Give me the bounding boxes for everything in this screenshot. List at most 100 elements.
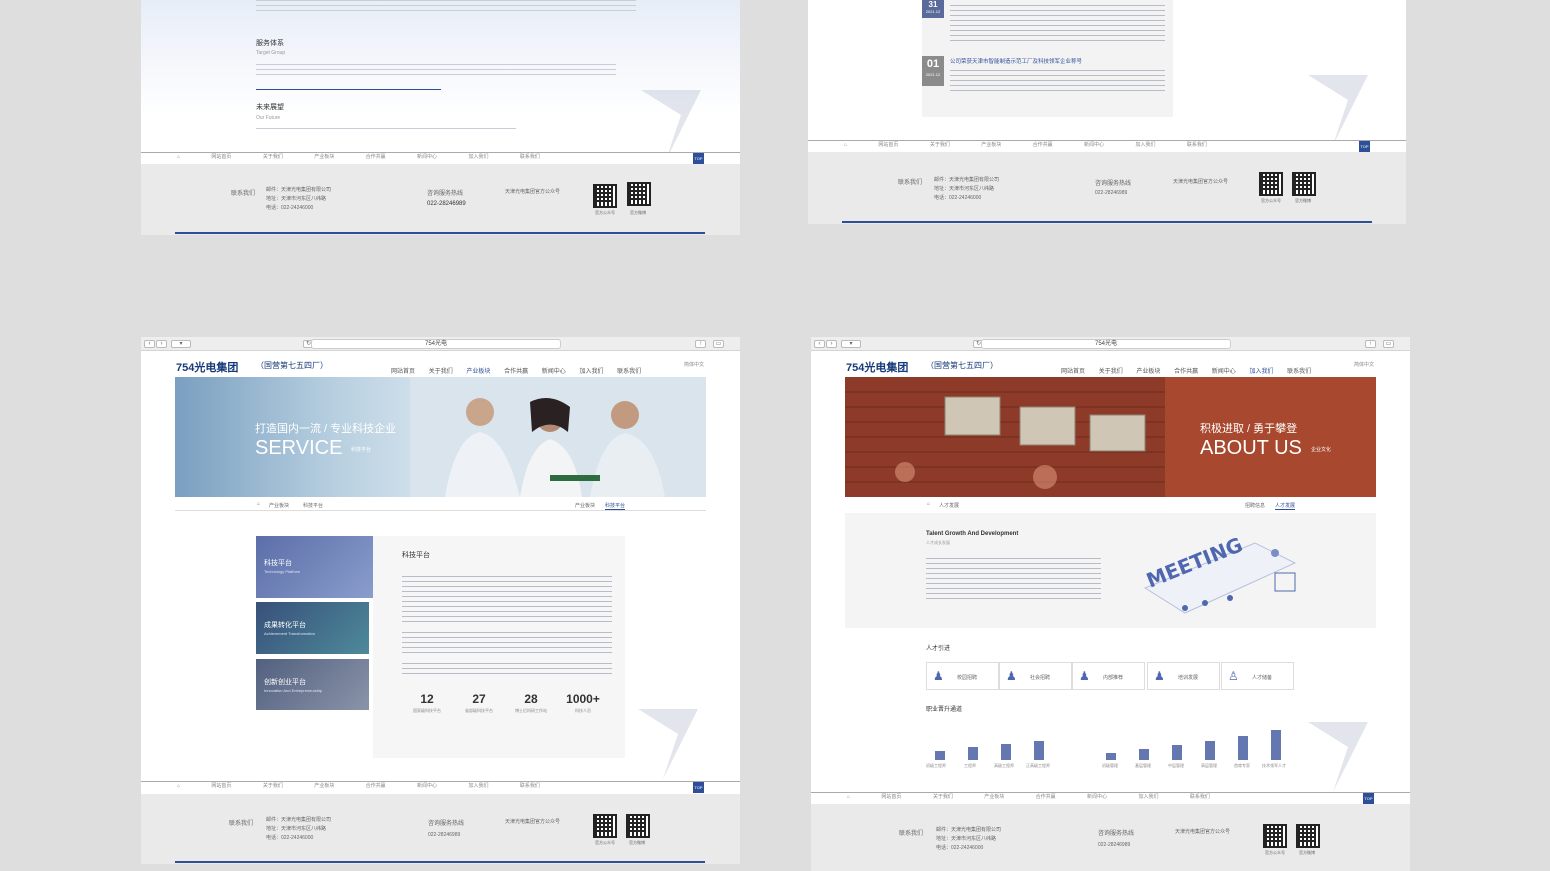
footer-nav-item[interactable]: 合作共赢 (1033, 141, 1053, 148)
tab-jobs[interactable]: 招聘信息 (1245, 502, 1265, 509)
footer-nav-item[interactable]: 产业板块 (981, 141, 1001, 148)
breadcrumb-bar: ⌂ 人才发展 招聘信息 人才发展 (845, 497, 1376, 511)
footer-nav-item[interactable]: 联系我们 (520, 782, 540, 789)
footer-nav-item[interactable]: 产业板块 (314, 782, 334, 789)
nav-item[interactable]: 新闻中心 (1212, 366, 1236, 377)
mockup-news-page: 31 2021.12 01 2021.12 公司荣获天津市智能制造示范工厂及科技… (808, 0, 1406, 224)
window-icon[interactable]: ▭ (713, 340, 724, 348)
logo[interactable]: 754光电集团 (846, 359, 908, 375)
tab-industry[interactable]: 产业板块 (575, 502, 595, 509)
nav-item[interactable]: 合作共赢 (1174, 366, 1198, 377)
home-icon[interactable]: ⌂ (844, 142, 847, 148)
side-item-label: 创新创业平台 (264, 679, 306, 686)
footer-nav-item[interactable]: 关于我们 (930, 141, 950, 148)
logo[interactable]: 754光电集团 (176, 359, 238, 375)
footer-nav-item[interactable]: 关于我们 (263, 782, 283, 789)
talent-card[interactable]: ♟ 培训发展 (1147, 662, 1220, 690)
tabs-icon[interactable]: ▾ (841, 340, 861, 348)
hotline-title: 咨询服务热线 (1095, 181, 1132, 187)
footer-nav-item[interactable]: 产业板块 (314, 153, 334, 160)
footer-contact-line: 邮件：天津光电集团有限公司 (266, 817, 332, 823)
footer-nav-item[interactable]: 新闻中心 (1084, 141, 1104, 148)
nav-item[interactable]: 产业板块 (1136, 366, 1160, 377)
footer-nav: ⌂ 网站首页 关于我们 产业板块 合作共赢 新闻中心 加入我们 联系我们 TOP (141, 152, 740, 164)
back-to-top-button[interactable]: TOP (693, 153, 704, 164)
talent-card[interactable]: ♟ 社会招聘 (999, 662, 1072, 690)
news-title[interactable]: 公司荣获天津市智能制造示范工厂及科技领军企业称号 (950, 57, 1082, 65)
forward-icon[interactable]: › (826, 340, 837, 348)
address-bar[interactable]: 754光电 (981, 339, 1231, 349)
share-icon[interactable]: ↑ (695, 340, 706, 348)
talent-card[interactable]: ♟ 校园招聘 (926, 662, 999, 690)
tab-tech-platform[interactable]: 科技平台 (605, 502, 626, 510)
side-item[interactable]: 创新创业平台 Innovation And Entrepreneurship (256, 659, 369, 710)
qr-label: 官方微博 (630, 210, 646, 215)
footer-nav-item[interactable]: 加入我们 (468, 782, 488, 789)
talent-panel: Talent Growth And Development 人才成长发展 MEE… (845, 513, 1376, 628)
footer-nav-item[interactable]: 加入我们 (468, 153, 488, 160)
stat-item: 27 省部级科技平台 (449, 692, 509, 714)
footer-nav-item[interactable]: 关于我们 (933, 793, 953, 800)
footer-nav-item[interactable]: 加入我们 (1138, 793, 1158, 800)
nav-item[interactable]: 关于我们 (429, 366, 453, 377)
nav-item[interactable]: 加入我们 (579, 366, 603, 377)
forward-icon[interactable]: › (156, 340, 167, 348)
back-to-top-button[interactable]: TOP (1359, 141, 1370, 152)
footer-nav-item[interactable]: 合作共赢 (366, 153, 386, 160)
qr-code-icon (1296, 824, 1320, 848)
side-item[interactable]: 成果转化平台 Achievement Transformation (256, 602, 369, 654)
talent-card[interactable]: ♟ 内部推荐 (1072, 662, 1145, 690)
home-icon[interactable]: ⌂ (847, 794, 850, 800)
language-switch[interactable]: 简体中文 (684, 361, 704, 368)
footer-nav-item[interactable]: 联系我们 (1190, 793, 1210, 800)
back-to-top-button[interactable]: TOP (693, 782, 704, 793)
talent-card[interactable]: ♙ 人才储备 (1221, 662, 1294, 690)
footer-nav-item[interactable]: 加入我们 (1135, 141, 1155, 148)
qr-code-icon (1263, 824, 1287, 848)
logo-subtitle: （国营第七五四厂） (926, 361, 998, 370)
footer-nav-item[interactable]: 新闻中心 (417, 782, 437, 789)
browser-toolbar: ‹ › ▾ ↻ 754光电 ↑ ▭ (141, 337, 740, 351)
breadcrumb-item[interactable]: 产业板块 (269, 502, 289, 509)
footer-nav: ⌂ 网站首页 关于我们 产业板块 合作共赢 新闻中心 加入我们 联系我们 TOP (811, 792, 1410, 804)
footer-nav-item[interactable]: 新闻中心 (417, 153, 437, 160)
home-icon[interactable]: ⌂ (927, 501, 930, 507)
share-icon[interactable]: ↑ (1365, 340, 1376, 348)
address-bar[interactable]: 754光电 (311, 339, 561, 349)
career-bar (968, 747, 978, 760)
side-item-active[interactable]: 科技平台 Technology Platform (256, 536, 391, 598)
footer-nav-item[interactable]: 新闻中心 (1087, 793, 1107, 800)
section-title: 职业晋升通道 (926, 707, 963, 713)
footer-nav-item[interactable]: 网站首页 (211, 153, 231, 160)
breadcrumb-item[interactable]: 科技平台 (303, 502, 323, 509)
footer-nav-item[interactable]: 网站首页 (878, 141, 898, 148)
footer-nav-item[interactable]: 关于我们 (263, 153, 283, 160)
tabs-icon[interactable]: ▾ (171, 340, 191, 348)
nav-item[interactable]: 合作共赢 (504, 366, 528, 377)
back-to-top-button[interactable]: TOP (1363, 793, 1374, 804)
breadcrumb-item[interactable]: 人才发展 (939, 502, 959, 509)
home-icon[interactable]: ⌂ (177, 783, 180, 789)
back-icon[interactable]: ‹ (144, 340, 155, 348)
language-switch[interactable]: 简体中文 (1354, 361, 1374, 368)
nav-item[interactable]: 网站首页 (391, 366, 415, 377)
footer-nav-item[interactable]: 产业板块 (984, 793, 1004, 800)
nav-item[interactable]: 联系我们 (1287, 366, 1311, 377)
home-icon[interactable]: ⌂ (177, 154, 180, 160)
footer-nav-item[interactable]: 联系我们 (1187, 141, 1207, 148)
footer-nav-item[interactable]: 联系我们 (520, 153, 540, 160)
footer-nav-item[interactable]: 合作共赢 (1036, 793, 1056, 800)
footer-nav-item[interactable]: 合作共赢 (366, 782, 386, 789)
window-icon[interactable]: ▭ (1383, 340, 1394, 348)
nav-item[interactable]: 关于我们 (1099, 366, 1123, 377)
side-item-en: Innovation And Entrepreneurship (264, 688, 323, 693)
footer-nav-item[interactable]: 网站首页 (881, 793, 901, 800)
nav-item[interactable]: 网站首页 (1061, 366, 1085, 377)
footer-nav-item[interactable]: 网站首页 (211, 782, 231, 789)
footer-contact-line: 电话：022-24246000 (266, 205, 314, 211)
back-icon[interactable]: ‹ (814, 340, 825, 348)
nav-item[interactable]: 新闻中心 (542, 366, 566, 377)
tab-talent[interactable]: 人才发展 (1275, 502, 1296, 510)
nav-item[interactable]: 联系我们 (617, 366, 641, 377)
home-icon[interactable]: ⌂ (257, 501, 260, 507)
